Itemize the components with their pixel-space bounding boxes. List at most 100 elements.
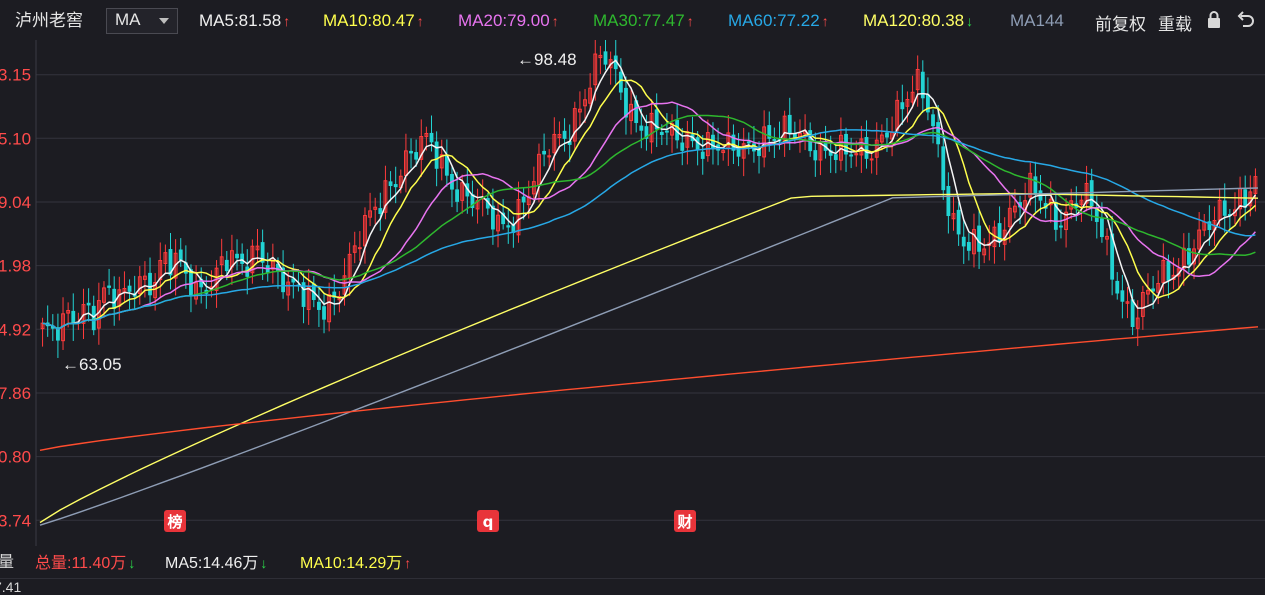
candle-body xyxy=(178,249,183,261)
candle-body xyxy=(1059,225,1063,228)
candle-body xyxy=(148,272,152,296)
undo-icon[interactable] xyxy=(1236,10,1256,32)
candle-body xyxy=(1120,290,1125,302)
candle-body xyxy=(455,189,459,202)
kline-chart[interactable]: 3.15 5.10 9.04 1.98 4.92 7.86 0.80 3.74 ←98.48 ←6… xyxy=(0,40,1265,546)
candle-body xyxy=(127,285,132,292)
candle-body xyxy=(429,132,434,143)
y-tick-label: 5.10 xyxy=(0,129,31,148)
candle-body xyxy=(562,130,567,139)
y-tick-label: 9.04 xyxy=(0,193,31,212)
ma60-line xyxy=(42,129,1256,331)
candle-body xyxy=(91,305,96,331)
ma-legend-item: MA60:77.22 ↑ xyxy=(728,11,829,30)
lock-icon[interactable] xyxy=(1205,10,1225,32)
stock-name[interactable]: 泸州老窖 xyxy=(15,10,83,32)
indicator-toolbar: 泸州老窖 MA MA5:81.58 ↑ MA10:80.47 ↑ MA20:79.00 ↑… xyxy=(0,0,1265,40)
candle-body xyxy=(900,102,905,110)
candle-body xyxy=(833,154,838,160)
candle-body xyxy=(931,114,935,127)
candle-body xyxy=(542,150,546,155)
candle-body xyxy=(86,302,91,306)
arrow-up-icon: ↑ xyxy=(821,13,829,29)
ma-legend-item: MA30:77.47 ↑ xyxy=(593,11,694,30)
arrow-up-icon: ↑ xyxy=(283,13,291,29)
y-tick-label: 3.15 xyxy=(0,66,31,85)
candle-body xyxy=(746,141,751,144)
arrow-down-icon: ↓ xyxy=(966,13,974,29)
y-tick-label: 7.86 xyxy=(0,384,31,403)
ma30-line xyxy=(42,114,1256,331)
ma10-line xyxy=(42,79,1256,331)
candle-body xyxy=(946,185,951,217)
chevron-down-icon xyxy=(159,18,169,24)
candle-body xyxy=(941,146,946,191)
candle-body xyxy=(639,125,644,131)
candle-body xyxy=(189,269,193,297)
candle-body xyxy=(885,132,889,138)
candle-body xyxy=(71,310,76,325)
candle-body xyxy=(1222,200,1227,216)
y-tick-label: 0.80 xyxy=(0,448,31,467)
indicator-select-value: MA xyxy=(115,10,141,29)
candle-body xyxy=(624,87,628,118)
low-annotation: ←63.05 xyxy=(62,355,122,374)
event-marker-label: 榜 xyxy=(167,513,182,531)
candle-body xyxy=(1115,280,1120,294)
reload-button[interactable]: 重载 xyxy=(1158,10,1192,35)
candle-body xyxy=(235,253,239,259)
candle-body xyxy=(849,154,854,157)
candle-body xyxy=(409,150,413,154)
candle-body xyxy=(1166,260,1171,281)
candle-body xyxy=(388,181,393,187)
volume-ma5: MA5:14.46万 ↓ xyxy=(165,555,268,572)
event-marker-label: 财 xyxy=(677,513,692,531)
ma144-line xyxy=(39,187,1259,526)
volume-axis-value: 7.41 xyxy=(0,579,22,595)
volume-axis-strip: 7.41 xyxy=(0,578,1265,595)
candle-body xyxy=(1100,218,1104,238)
candle-body xyxy=(869,158,874,161)
candle-body xyxy=(1033,176,1038,195)
volume-label: 量 xyxy=(0,554,15,571)
y-tick-label: 3.74 xyxy=(0,511,31,530)
arrow-up-icon: ↑ xyxy=(551,13,559,29)
candle-body xyxy=(112,288,117,309)
candle-body xyxy=(434,141,439,169)
arrow-up-icon: ↑ xyxy=(686,13,694,29)
high-annotation: ←98.48 xyxy=(517,50,577,69)
candle-body xyxy=(1151,288,1155,292)
volume-ma10: MA10:14.29万 ↑ xyxy=(300,555,412,572)
y-tick-label: 4.92 xyxy=(0,320,31,339)
ma-legend-item: MA20:79.00 ↑ xyxy=(458,11,559,30)
ma-legend-item: MA10:80.47 ↑ xyxy=(323,11,424,30)
candle-body xyxy=(680,142,685,151)
candle-body xyxy=(665,130,669,133)
candle-body xyxy=(961,236,966,247)
arrow-up-icon: ↑ xyxy=(416,13,424,29)
volume-legend: 量 总量:11.40万 ↓ MA5:14.46万 ↓ MA10:14.29万 ↑ xyxy=(0,546,1265,578)
candle-body xyxy=(393,184,398,188)
candle-body xyxy=(956,209,961,235)
candle-body xyxy=(772,139,777,142)
event-marker-label: q xyxy=(483,513,494,531)
candle-body xyxy=(966,242,971,251)
candle-body xyxy=(603,51,608,65)
candle-body xyxy=(787,114,792,134)
candle-body xyxy=(618,71,623,93)
volume-total: 总量:11.40万 ↓ xyxy=(35,555,136,572)
kline-svg: 3.15 5.10 9.04 1.98 4.92 7.86 0.80 3.74 ←98.48 ←6… xyxy=(0,40,1265,546)
indicator-select[interactable]: MA xyxy=(106,8,178,34)
candle-body xyxy=(506,225,511,228)
y-tick-label: 1.98 xyxy=(0,257,31,276)
candle-body xyxy=(521,196,526,203)
candle-body xyxy=(107,285,111,288)
candle-body xyxy=(491,205,495,230)
candle-body xyxy=(1130,299,1135,328)
candle-body xyxy=(317,301,321,310)
ma120-line xyxy=(39,192,1259,524)
candle-body xyxy=(224,259,229,272)
adjust-button[interactable]: 前复权 xyxy=(1095,10,1146,35)
candle-body xyxy=(813,150,818,161)
candle-body xyxy=(700,151,705,159)
